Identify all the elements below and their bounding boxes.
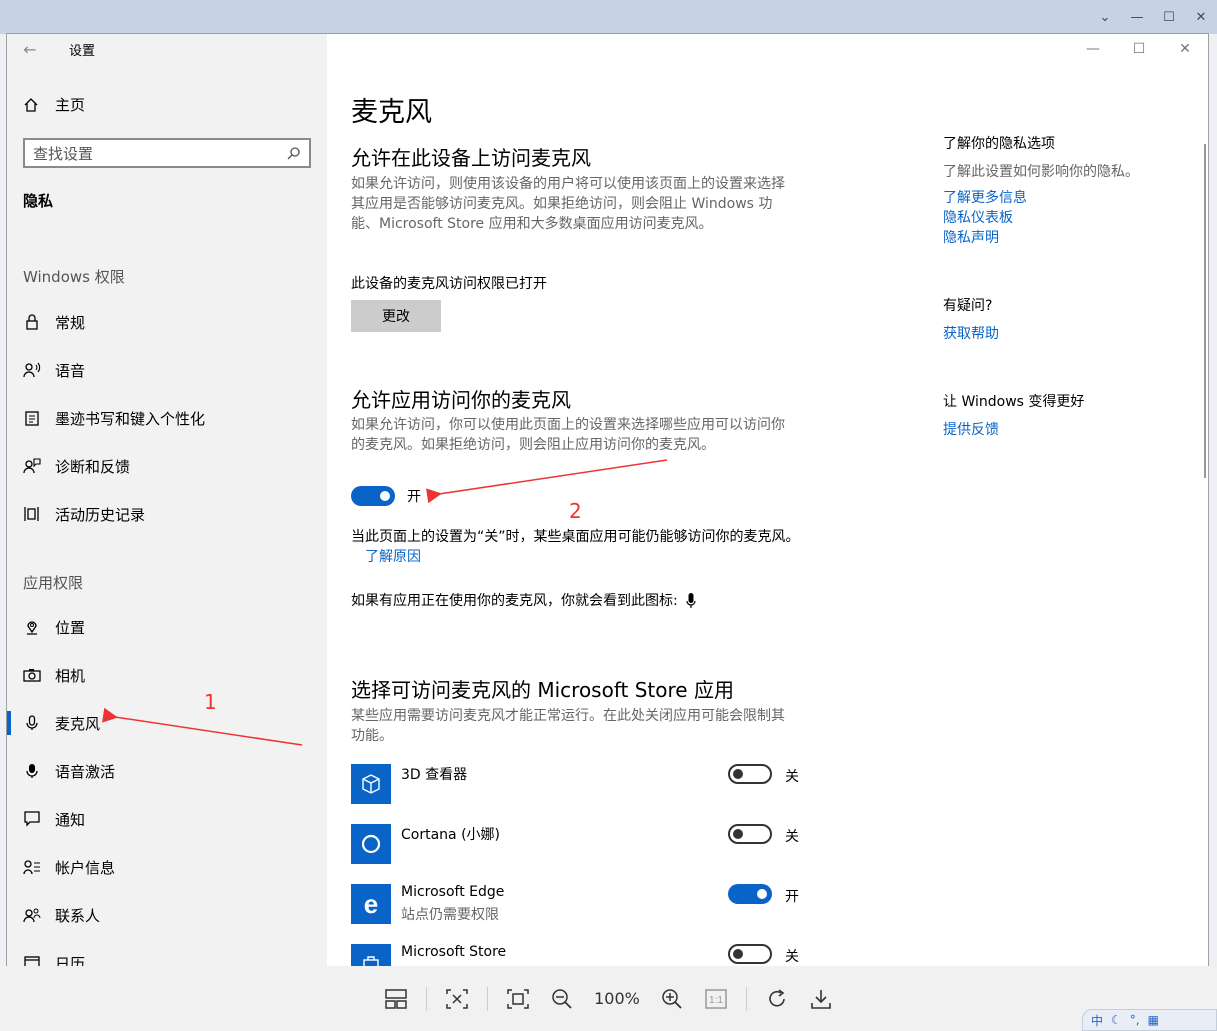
- thumbnails-icon[interactable]: [374, 979, 418, 1019]
- zoom-in-icon[interactable]: [650, 979, 694, 1019]
- moon-icon: ☾: [1111, 1013, 1122, 1027]
- maximize-icon[interactable]: ☐: [1153, 10, 1185, 25]
- fit-window-icon[interactable]: [435, 979, 479, 1019]
- close-icon[interactable]: ✕: [1185, 10, 1217, 25]
- zoom-out-icon[interactable]: [540, 979, 584, 1019]
- ime-tray[interactable]: 中 ☾ °, ▦: [1082, 1009, 1217, 1031]
- annotation-arrow-1: [102, 707, 303, 746]
- keyboard-icon: ▦: [1147, 1013, 1159, 1027]
- settings-window: ← 设置 主页 查找设置 隐私 Windows 权限 常规 语音 墨迹书写和键入…: [7, 34, 1208, 966]
- annotation-number-2: 2: [569, 499, 582, 523]
- annotation-number-1: 1: [204, 690, 217, 714]
- actual-size-icon[interactable]: [496, 979, 540, 1019]
- one-to-one-icon[interactable]: 1:1: [694, 979, 738, 1019]
- svg-text:1:1: 1:1: [709, 995, 723, 1006]
- chevron-down-icon[interactable]: ⌄: [1089, 10, 1121, 25]
- zoom-level: 100%: [594, 989, 640, 1008]
- viewer-titlebar: ⌄ — ☐ ✕: [0, 0, 1217, 34]
- minimize-icon[interactable]: —: [1121, 10, 1153, 25]
- viewer-toolbar: 100% 1:1: [0, 966, 1217, 1031]
- annotation-layer: [102, 459, 668, 746]
- ime-mode: 中: [1091, 1013, 1104, 1028]
- punctuation-icon: °,: [1129, 1013, 1140, 1027]
- download-icon[interactable]: [799, 979, 843, 1019]
- annotation-arrow-2: [426, 459, 668, 504]
- rotate-icon[interactable]: [755, 979, 799, 1019]
